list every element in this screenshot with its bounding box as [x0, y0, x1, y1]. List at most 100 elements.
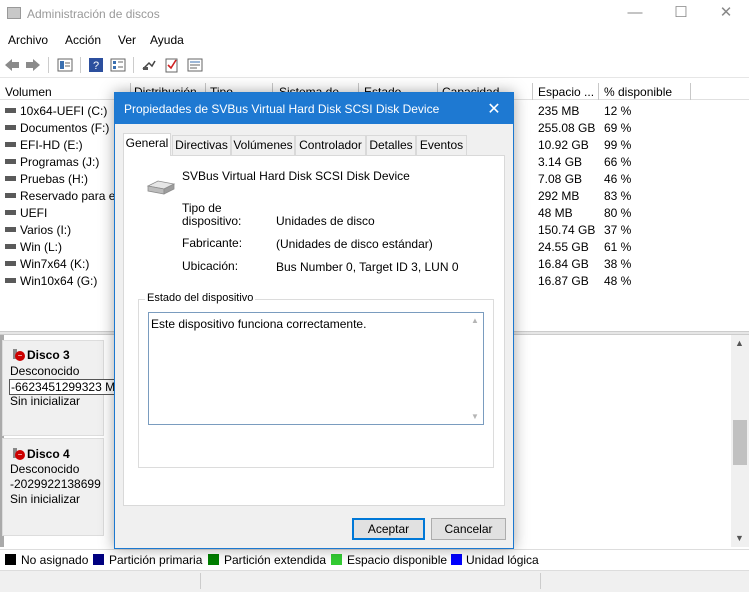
- drive-icon: [5, 176, 16, 181]
- volume-pct: 48 %: [604, 274, 632, 288]
- tab-directivas[interactable]: Directivas: [172, 135, 231, 155]
- menu-ayuda[interactable]: Ayuda: [150, 33, 184, 47]
- menu-archivo[interactable]: Archivo: [8, 33, 48, 47]
- legend-label: Partición extendida: [224, 553, 327, 567]
- scroll-up-icon[interactable]: ▲: [471, 316, 479, 325]
- drive-icon: [5, 125, 16, 130]
- volume-pct: 37 %: [604, 223, 632, 237]
- device-status-textarea[interactable]: Este dispositivo funciona correctamente.…: [148, 312, 484, 425]
- column-separator[interactable]: [598, 83, 599, 100]
- maximize-button[interactable]: ☐: [658, 0, 704, 28]
- volume-pct: 83 %: [604, 189, 632, 203]
- disk-management-icon: [7, 7, 21, 19]
- status-separator: [540, 573, 541, 589]
- menu-accion[interactable]: Acción: [65, 33, 101, 47]
- list-view-icon[interactable]: [110, 57, 126, 73]
- tab-general[interactable]: General: [123, 133, 171, 156]
- volume-free: 7.08 GB: [538, 172, 583, 186]
- drive-icon: [5, 261, 16, 266]
- volume-pct: 46 %: [604, 172, 632, 186]
- column-header-volumen[interactable]: Volumen: [5, 85, 52, 99]
- volume-pct: 61 %: [604, 240, 632, 254]
- volume-name: 10x64-UEFI (C:): [20, 104, 108, 118]
- tab-controlador[interactable]: Controlador: [295, 135, 366, 155]
- forward-arrow-icon[interactable]: [24, 57, 42, 73]
- volume-free: 150.74 GB: [538, 223, 596, 237]
- legend-swatch-free: [331, 554, 342, 565]
- legend-swatch-extended: [208, 554, 219, 565]
- volume-free: 3.14 GB: [538, 155, 583, 169]
- volume-pct: 38 %: [604, 257, 632, 271]
- tab-detalles[interactable]: Detalles: [366, 135, 416, 155]
- disk-init-state: Sin inicializar: [10, 394, 81, 408]
- cancel-button[interactable]: Cancelar: [431, 518, 506, 540]
- title-bar: Administración de discos — ☐ ✕: [0, 0, 749, 28]
- check-document-icon[interactable]: [164, 57, 180, 73]
- drive-icon: [5, 108, 16, 113]
- properties-grid-icon[interactable]: [57, 57, 73, 73]
- textarea-scrollbar[interactable]: ▲ ▼: [467, 313, 483, 424]
- volume-name: UEFI: [20, 206, 48, 220]
- back-arrow-icon[interactable]: [3, 57, 21, 73]
- tab-panel-general: SVBus Virtual Hard Disk SCSI Disk Device…: [123, 155, 505, 506]
- drive-icon: [5, 142, 16, 147]
- legend-bar: No asignado Partición primaria Partición…: [0, 549, 749, 569]
- ok-button[interactable]: Aceptar: [352, 518, 425, 540]
- minimize-button[interactable]: —: [612, 0, 658, 28]
- close-window-button[interactable]: ✕: [703, 0, 749, 28]
- scroll-thumb[interactable]: [733, 420, 747, 465]
- scroll-down-icon[interactable]: ▼: [735, 533, 744, 543]
- connect-icon[interactable]: [141, 57, 157, 73]
- legend-swatch-logical: [451, 554, 462, 565]
- device-type-label: Tipo de dispositivo:: [182, 202, 241, 228]
- scroll-up-icon[interactable]: ▲: [735, 338, 744, 348]
- properties-sheet-icon[interactable]: [187, 57, 203, 73]
- volume-name: EFI-HD (E:): [20, 138, 83, 152]
- disk-error-icon: −: [13, 349, 25, 361]
- disk-status: Desconocido: [10, 364, 80, 378]
- disk-4-card[interactable]: − Disco 4 Desconocido -2029922138699 Sin…: [2, 438, 104, 536]
- toolbar-separator: [48, 57, 49, 73]
- drive-icon: [5, 210, 16, 215]
- dialog-title-bar: Propiedades de SVBus Virtual Hard Disk S…: [115, 93, 513, 124]
- disk-status: Desconocido: [10, 462, 80, 476]
- tab-volumenes[interactable]: Volúmenes: [231, 135, 295, 155]
- manufacturer-value: (Unidades de disco estándar): [276, 237, 433, 251]
- column-header-pct[interactable]: % disponible: [604, 85, 672, 99]
- column-separator[interactable]: [532, 83, 533, 100]
- location-label: Ubicación:: [182, 259, 239, 273]
- volume-pct: 80 %: [604, 206, 632, 220]
- volume-name: Varios (I:): [20, 223, 72, 237]
- hard-disk-icon: [146, 180, 176, 195]
- drive-icon: [5, 278, 16, 283]
- device-type-value: Unidades de disco: [276, 214, 375, 228]
- volume-free: 235 MB: [538, 104, 580, 118]
- disk-size: -6623451299323 MB: [9, 379, 126, 395]
- volume-free: 48 MB: [538, 206, 573, 220]
- tab-eventos[interactable]: Eventos: [416, 135, 467, 155]
- legend-label: Unidad lógica: [466, 553, 539, 567]
- dialog-close-button[interactable]: ✕: [481, 99, 507, 119]
- drive-icon: [5, 159, 16, 164]
- column-header-espacio[interactable]: Espacio ...: [538, 85, 594, 99]
- legend-label: Espacio disponible: [347, 553, 448, 567]
- legend-swatch-primary: [93, 554, 104, 565]
- device-name: SVBus Virtual Hard Disk SCSI Disk Device: [182, 169, 410, 183]
- toolbar-separator: [80, 57, 81, 73]
- location-value: Bus Number 0, Target ID 3, LUN 0: [276, 260, 459, 274]
- disk-3-card[interactable]: − Disco 3 Desconocido -6623451299323 MB …: [2, 340, 126, 436]
- drive-icon: [5, 244, 16, 249]
- column-separator[interactable]: [690, 83, 691, 100]
- volume-pct: 99 %: [604, 138, 632, 152]
- window-title: Administración de discos: [27, 7, 160, 21]
- volume-free: 16.84 GB: [538, 257, 589, 271]
- volume-name: Win (L:): [20, 240, 62, 254]
- dialog-title: Propiedades de SVBus Virtual Hard Disk S…: [124, 102, 440, 116]
- scroll-down-icon[interactable]: ▼: [471, 412, 479, 421]
- volume-name: Documentos (F:): [20, 121, 110, 135]
- status-bar: [0, 570, 749, 592]
- vertical-scrollbar[interactable]: ▲ ▼: [731, 335, 749, 547]
- disk-title: Disco 4: [27, 447, 70, 461]
- help-icon[interactable]: ?: [88, 57, 104, 73]
- menu-ver[interactable]: Ver: [118, 33, 136, 47]
